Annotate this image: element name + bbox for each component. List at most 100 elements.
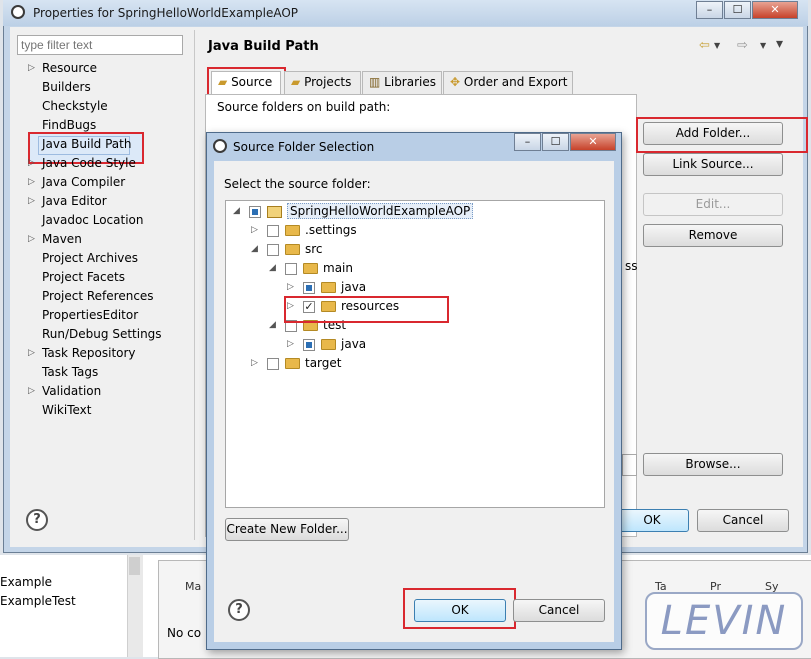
nav-item[interactable]: Task Repository — [42, 346, 136, 360]
view-menu-icon[interactable]: ▾ — [776, 36, 783, 52]
tree-node-label[interactable]: java — [341, 337, 366, 351]
expand-arrow-icon[interactable]: ▷ — [287, 282, 294, 292]
dialog-close-button[interactable]: ✕ — [570, 133, 616, 151]
cancel-button[interactable]: Cancel — [697, 509, 789, 532]
expand-arrow-icon[interactable]: ▷ — [28, 177, 35, 187]
dialog-title: Source Folder Selection — [233, 140, 375, 154]
nav-item[interactable]: Checkstyle — [42, 99, 108, 113]
tree-node-label[interactable]: src — [305, 242, 323, 256]
highlight-box-dialog-ok — [403, 588, 516, 629]
dialog-minimize-button[interactable]: – — [514, 133, 541, 151]
create-new-folder-button[interactable]: Create New Folder... — [225, 518, 349, 541]
order-export-icon: ✥ — [450, 75, 461, 89]
collapse-arrow-icon[interactable]: ◢ — [269, 320, 276, 330]
collapse-arrow-icon[interactable]: ◢ — [269, 263, 276, 273]
tree-checkbox[interactable] — [267, 244, 279, 256]
eclipse-icon — [11, 5, 25, 19]
dialog-prompt: Select the source folder: — [224, 177, 371, 191]
nav-item[interactable]: Builders — [42, 80, 91, 94]
workbench-list-item[interactable]: Example — [0, 575, 52, 589]
maximize-button[interactable]: ☐ — [724, 1, 751, 19]
forward-arrow-icon[interactable]: ⇨ — [737, 38, 748, 53]
minimize-button[interactable]: – — [696, 1, 723, 19]
folder-icon — [303, 263, 318, 274]
tree-node-label[interactable]: target — [305, 356, 342, 370]
expand-arrow-icon[interactable]: ▷ — [28, 158, 35, 168]
folder-icon — [285, 358, 300, 369]
workbench-list-item[interactable]: ExampleTest — [0, 594, 76, 608]
tree-checkbox[interactable] — [267, 358, 279, 370]
tree-checkbox[interactable] — [303, 339, 315, 351]
remove-button[interactable]: Remove — [643, 224, 783, 247]
expand-arrow-icon[interactable]: ▷ — [251, 225, 258, 235]
filter-input[interactable] — [17, 35, 183, 55]
edit-button[interactable]: Edit... — [643, 193, 783, 216]
expand-arrow-icon[interactable]: ▷ — [28, 63, 35, 73]
expand-arrow-icon[interactable]: ▷ — [28, 386, 35, 396]
collapse-arrow-icon[interactable]: ◢ — [251, 244, 258, 254]
tree-checkbox[interactable] — [285, 263, 297, 275]
nav-item[interactable]: Run/Debug Settings — [42, 327, 162, 341]
forward-menu-icon[interactable]: ▼ — [760, 41, 766, 50]
nav-item[interactable]: WikiText — [42, 403, 92, 417]
sash-divider[interactable] — [194, 30, 195, 540]
page-title: Java Build Path — [208, 39, 319, 54]
source-folders-label: Source folders on build path: — [217, 100, 391, 114]
help-icon[interactable]: ? — [26, 509, 48, 531]
close-button[interactable]: ✕ — [752, 1, 798, 19]
output-folder-field[interactable] — [622, 454, 637, 476]
link-source-button[interactable]: Link Source... — [643, 153, 783, 176]
dialog-eclipse-icon — [213, 139, 227, 153]
levin-watermark-logo: LEVIN — [645, 592, 803, 650]
folder-icon — [321, 282, 336, 293]
nav-item[interactable]: Project Facets — [42, 270, 125, 284]
highlight-box-source-tab — [207, 67, 286, 97]
tree-checkbox[interactable] — [249, 206, 261, 218]
tree-node-label[interactable]: SpringHelloWorldExampleAOP — [287, 203, 474, 219]
nav-item[interactable]: Java Build Path — [42, 137, 131, 151]
libraries-icon: ▥ — [369, 75, 381, 89]
nav-item[interactable]: FindBugs — [42, 118, 96, 132]
dialog-cancel-button[interactable]: Cancel — [513, 599, 605, 622]
projects-icon: ▰ — [291, 75, 301, 89]
tree-node-label[interactable]: main — [323, 261, 353, 275]
nav-item[interactable]: PropertiesEditor — [42, 308, 138, 322]
tab-libraries[interactable]: ▥ Libraries — [362, 71, 442, 94]
workbench-tab-markers[interactable]: Ma — [185, 580, 201, 593]
ok-button[interactable]: OK — [615, 509, 689, 532]
collapse-arrow-icon[interactable]: ◢ — [233, 206, 240, 216]
folder-tree[interactable] — [225, 200, 605, 508]
tree-checkbox[interactable] — [267, 225, 279, 237]
tree-node-label[interactable]: .settings — [305, 223, 357, 237]
expand-arrow-icon[interactable]: ▷ — [287, 339, 294, 349]
tree-checkbox[interactable] — [303, 282, 315, 294]
expand-arrow-icon[interactable]: ▷ — [28, 348, 35, 358]
dialog-help-icon[interactable]: ? — [228, 599, 250, 621]
workbench-scroll-thumb[interactable] — [129, 557, 140, 575]
highlight-box-resources — [284, 296, 449, 323]
expand-arrow-icon[interactable]: ▷ — [28, 234, 35, 244]
expand-arrow-icon[interactable]: ▷ — [251, 358, 258, 368]
nav-item[interactable]: Resource — [42, 61, 97, 75]
back-arrow-icon[interactable]: ⇦ — [699, 38, 710, 53]
expand-arrow-icon[interactable]: ▷ — [28, 196, 35, 206]
nav-item[interactable]: Java Code Style — [42, 156, 136, 170]
browse-button[interactable]: Browse... — [643, 453, 783, 476]
nav-item[interactable]: Java Compiler — [42, 175, 125, 189]
tab-order-export[interactable]: ✥ Order and Export — [443, 71, 573, 94]
tab-projects[interactable]: ▰ Projects — [284, 71, 361, 94]
project-icon — [267, 206, 282, 218]
dialog-maximize-button[interactable]: ☐ — [542, 133, 569, 151]
nav-item[interactable]: Project References — [42, 289, 154, 303]
nav-item[interactable]: Maven — [42, 232, 82, 246]
window-title: Properties for SpringHelloWorldExampleAO… — [33, 6, 299, 20]
nav-item[interactable]: Validation — [42, 384, 101, 398]
nav-item[interactable]: Project Archives — [42, 251, 138, 265]
truncated-text: ss — [625, 259, 638, 273]
nav-item[interactable]: Javadoc Location — [42, 213, 143, 227]
back-menu-icon[interactable]: ▼ — [714, 41, 720, 50]
folder-icon — [321, 339, 336, 350]
nav-item[interactable]: Task Tags — [42, 365, 98, 379]
tree-node-label[interactable]: java — [341, 280, 366, 294]
nav-item[interactable]: Java Editor — [42, 194, 107, 208]
